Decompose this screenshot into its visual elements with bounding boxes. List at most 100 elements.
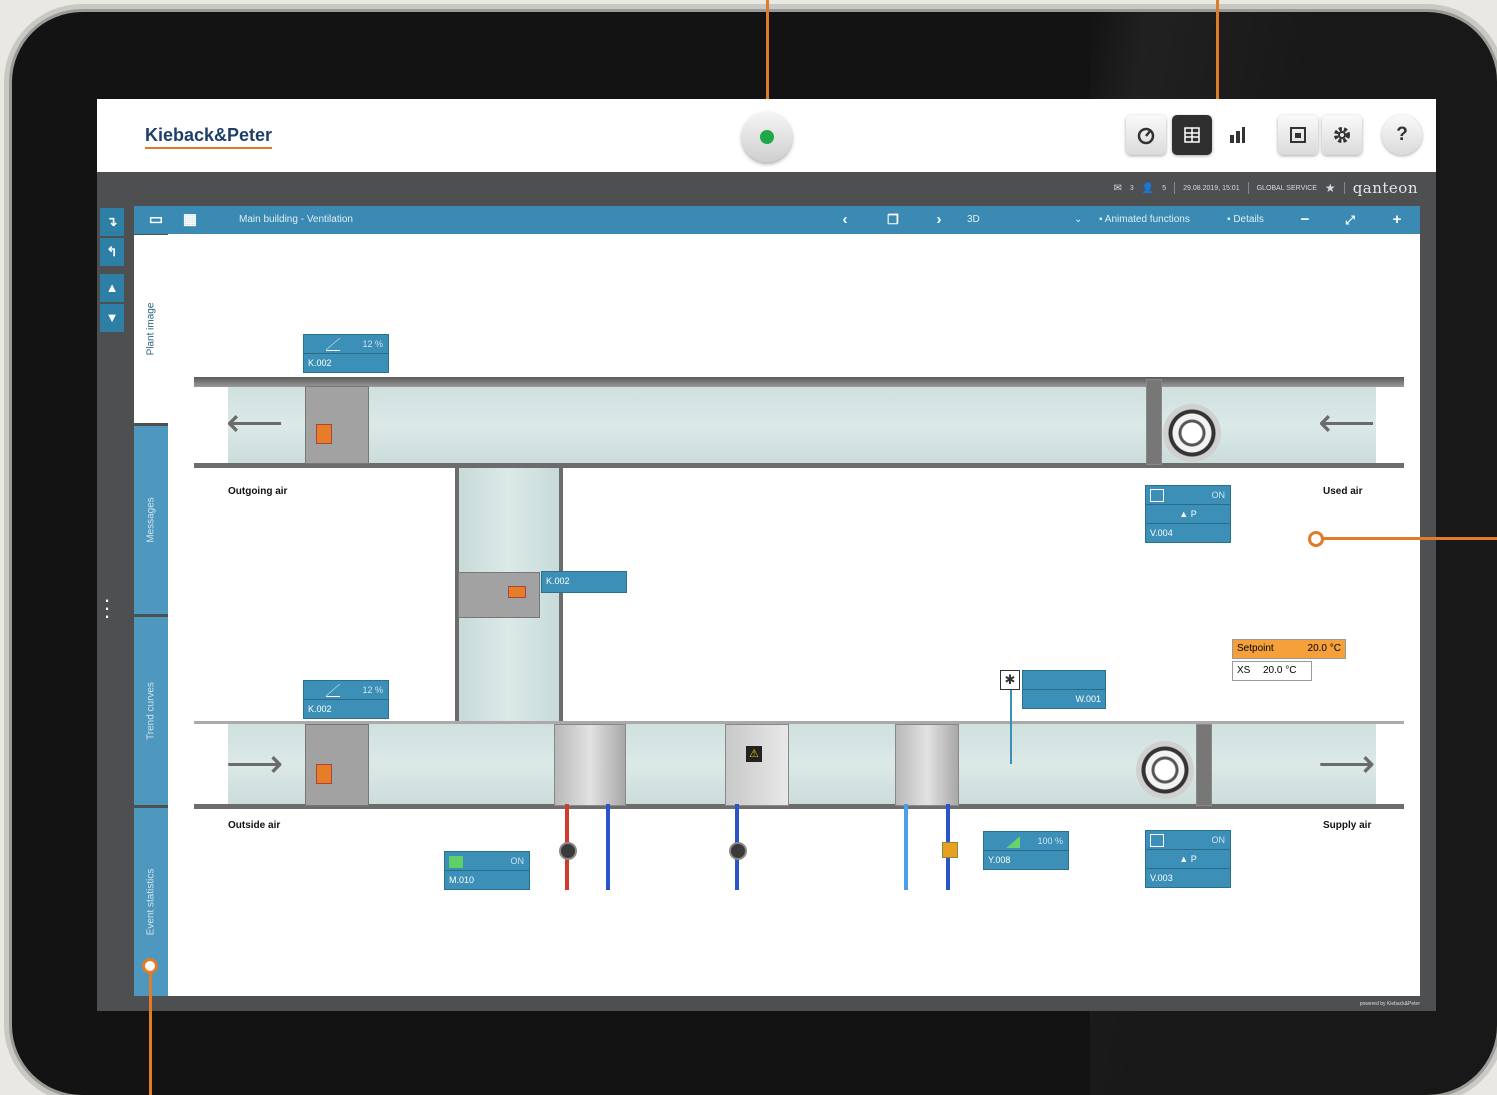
status-info-bar: ✉ 3 👤 5 29.08.2019, 15:01 GLOBAL SERVICE…: [1114, 179, 1419, 197]
valve-icon[interactable]: [729, 842, 747, 860]
messages-count[interactable]: 3: [1130, 185, 1134, 192]
w001-panel[interactable]: W.001: [1022, 670, 1106, 709]
damper-id: K.002: [308, 358, 332, 368]
tab-label: Trend curves: [145, 682, 157, 740]
valve-panel[interactable]: 100 % Y.008: [983, 831, 1069, 870]
exhaust-fan-icon[interactable]: [1163, 404, 1221, 462]
zoom-in-icon[interactable]: +: [1386, 206, 1408, 234]
outside-air-arrow-icon: ⟶: [226, 742, 284, 786]
annotation-line-toolbar: [1216, 0, 1219, 110]
pump-id: M.010: [449, 875, 475, 885]
messages-icon: ✉: [1113, 182, 1122, 194]
pump-state: ON: [510, 856, 525, 866]
cooling-valve-icon[interactable]: [942, 842, 958, 858]
annotation-line-tabs: [149, 968, 152, 1095]
fan-panel-top[interactable]: ON ▲ P V.004: [1145, 485, 1231, 543]
window-view-button[interactable]: [1278, 115, 1318, 155]
animated-functions-label: Animated functions: [1104, 214, 1190, 225]
valve-id: Y.008: [988, 855, 1011, 865]
fan-id: V.003: [1150, 873, 1173, 883]
supply-fan-housing: [1196, 724, 1212, 806]
annotation-dot-plant: [1308, 531, 1324, 547]
label-used-air: Used air: [1323, 486, 1363, 497]
divider: [1247, 182, 1249, 194]
tab-label: Messages: [145, 497, 157, 543]
damper-value: 12 %: [362, 685, 383, 695]
zoom-out-icon[interactable]: −: [1294, 206, 1316, 234]
product-brand: qanteon: [1352, 179, 1418, 197]
fan-status-icon: [1150, 489, 1164, 503]
fullscreen-icon[interactable]: ⤢: [1339, 206, 1361, 234]
single-view-icon[interactable]: ▭: [142, 206, 170, 234]
view-tabs: Plant image Messages Trend curves Event …: [134, 235, 168, 996]
fan-state: ON: [1211, 490, 1226, 500]
user-icon: 👤: [1141, 182, 1155, 194]
dashboard-gauge-button[interactable]: [1126, 115, 1166, 155]
nav-forward-button[interactable]: ↴: [100, 208, 124, 236]
setpoint-label: Setpoint: [1237, 643, 1274, 654]
scroll-up-button[interactable]: ▲: [100, 274, 124, 302]
tab-plant-image[interactable]: Plant image: [134, 235, 168, 423]
frost-sensor-icon[interactable]: ✱: [1000, 670, 1020, 690]
intake-damper[interactable]: [305, 724, 369, 806]
fan-id: V.004: [1150, 528, 1173, 538]
used-air-arrow-icon: ⟵: [1318, 401, 1376, 445]
grid-view-icon[interactable]: ▦: [176, 206, 204, 234]
xs-label: XS: [1237, 665, 1251, 676]
label-outgoing-air: Outgoing air: [228, 486, 288, 497]
warning-icon[interactable]: ⚠: [746, 746, 762, 762]
damper-actuator-icon: [316, 764, 332, 784]
details-label: Details: [1233, 214, 1264, 225]
favorite-star-icon[interactable]: ★: [1325, 181, 1336, 195]
w001-id: W.001: [1075, 694, 1101, 704]
heating-coil[interactable]: [554, 724, 626, 806]
duct-top-edge: [194, 377, 1404, 387]
return-pipe: [606, 804, 610, 890]
fan-panel-bottom[interactable]: ON ▲ P V.003: [1145, 830, 1231, 888]
previous-icon[interactable]: ‹: [834, 206, 856, 234]
annotation-line-status: [766, 0, 769, 104]
animated-functions-toggle[interactable]: ▪ Animated functions: [1099, 206, 1190, 234]
app-header: Kieback&Peter ?: [97, 99, 1436, 172]
plant-image-canvas: ⟵ ⟵ ⟶ ⟶ ⚠ Outgoing air Used air Outside …: [168, 234, 1420, 996]
setpoint-panel[interactable]: Setpoint 20.0 °C XS 20.0 °C: [1232, 639, 1346, 681]
users-count[interactable]: 5: [1162, 185, 1166, 192]
mixing-damper[interactable]: [458, 572, 540, 618]
building-chart-button[interactable]: [1217, 115, 1257, 155]
cooling-coil[interactable]: [895, 724, 959, 806]
status-ok-icon: [760, 130, 774, 144]
nav-back-button[interactable]: ↰: [100, 238, 124, 266]
xs-value: 20.0 °C: [1263, 665, 1297, 676]
damper-id: K.002: [546, 576, 570, 586]
settings-button[interactable]: [1322, 115, 1362, 155]
heating-valve-icon[interactable]: [559, 842, 577, 860]
plant-scheme-icon: [1184, 127, 1200, 143]
system-status-button[interactable]: [742, 112, 792, 162]
company-logo: Kieback&Peter: [145, 125, 273, 149]
pump-panel[interactable]: ON M.010: [444, 851, 530, 890]
fan-state: ON: [1211, 835, 1226, 845]
plant-scheme-button[interactable]: [1172, 115, 1212, 155]
valve-value: 100 %: [1037, 836, 1063, 846]
more-menu-icon[interactable]: · · ·: [101, 589, 113, 627]
damper-position-icon: [326, 338, 340, 352]
details-toggle[interactable]: ▪ Details: [1227, 206, 1264, 234]
powered-by: powered by Kieback&Peter: [1359, 1001, 1420, 1007]
tab-label: Plant image: [145, 302, 157, 356]
damper-panel-bottom[interactable]: 12 % K.002: [303, 680, 389, 719]
next-icon[interactable]: ›: [928, 206, 950, 234]
supply-air-arrow-icon: ⟶: [1318, 742, 1376, 786]
tab-messages[interactable]: Messages: [134, 426, 168, 614]
scroll-down-button[interactable]: ▼: [100, 304, 124, 332]
damper-panel-top[interactable]: 12 % K.002: [303, 334, 389, 373]
damper-panel-mid[interactable]: K.002: [541, 571, 627, 593]
chevron-down-icon[interactable]: ⌄: [1074, 206, 1082, 234]
filter-unit[interactable]: [725, 724, 789, 806]
view-mode-select[interactable]: 3D: [967, 206, 980, 234]
gear-icon: [1334, 127, 1350, 143]
copy-icon[interactable]: ❐: [882, 206, 904, 234]
supply-fan-icon[interactable]: [1136, 741, 1194, 799]
tab-trend-curves[interactable]: Trend curves: [134, 617, 168, 805]
exhaust-damper[interactable]: [305, 386, 369, 464]
help-button[interactable]: ?: [1382, 115, 1422, 155]
